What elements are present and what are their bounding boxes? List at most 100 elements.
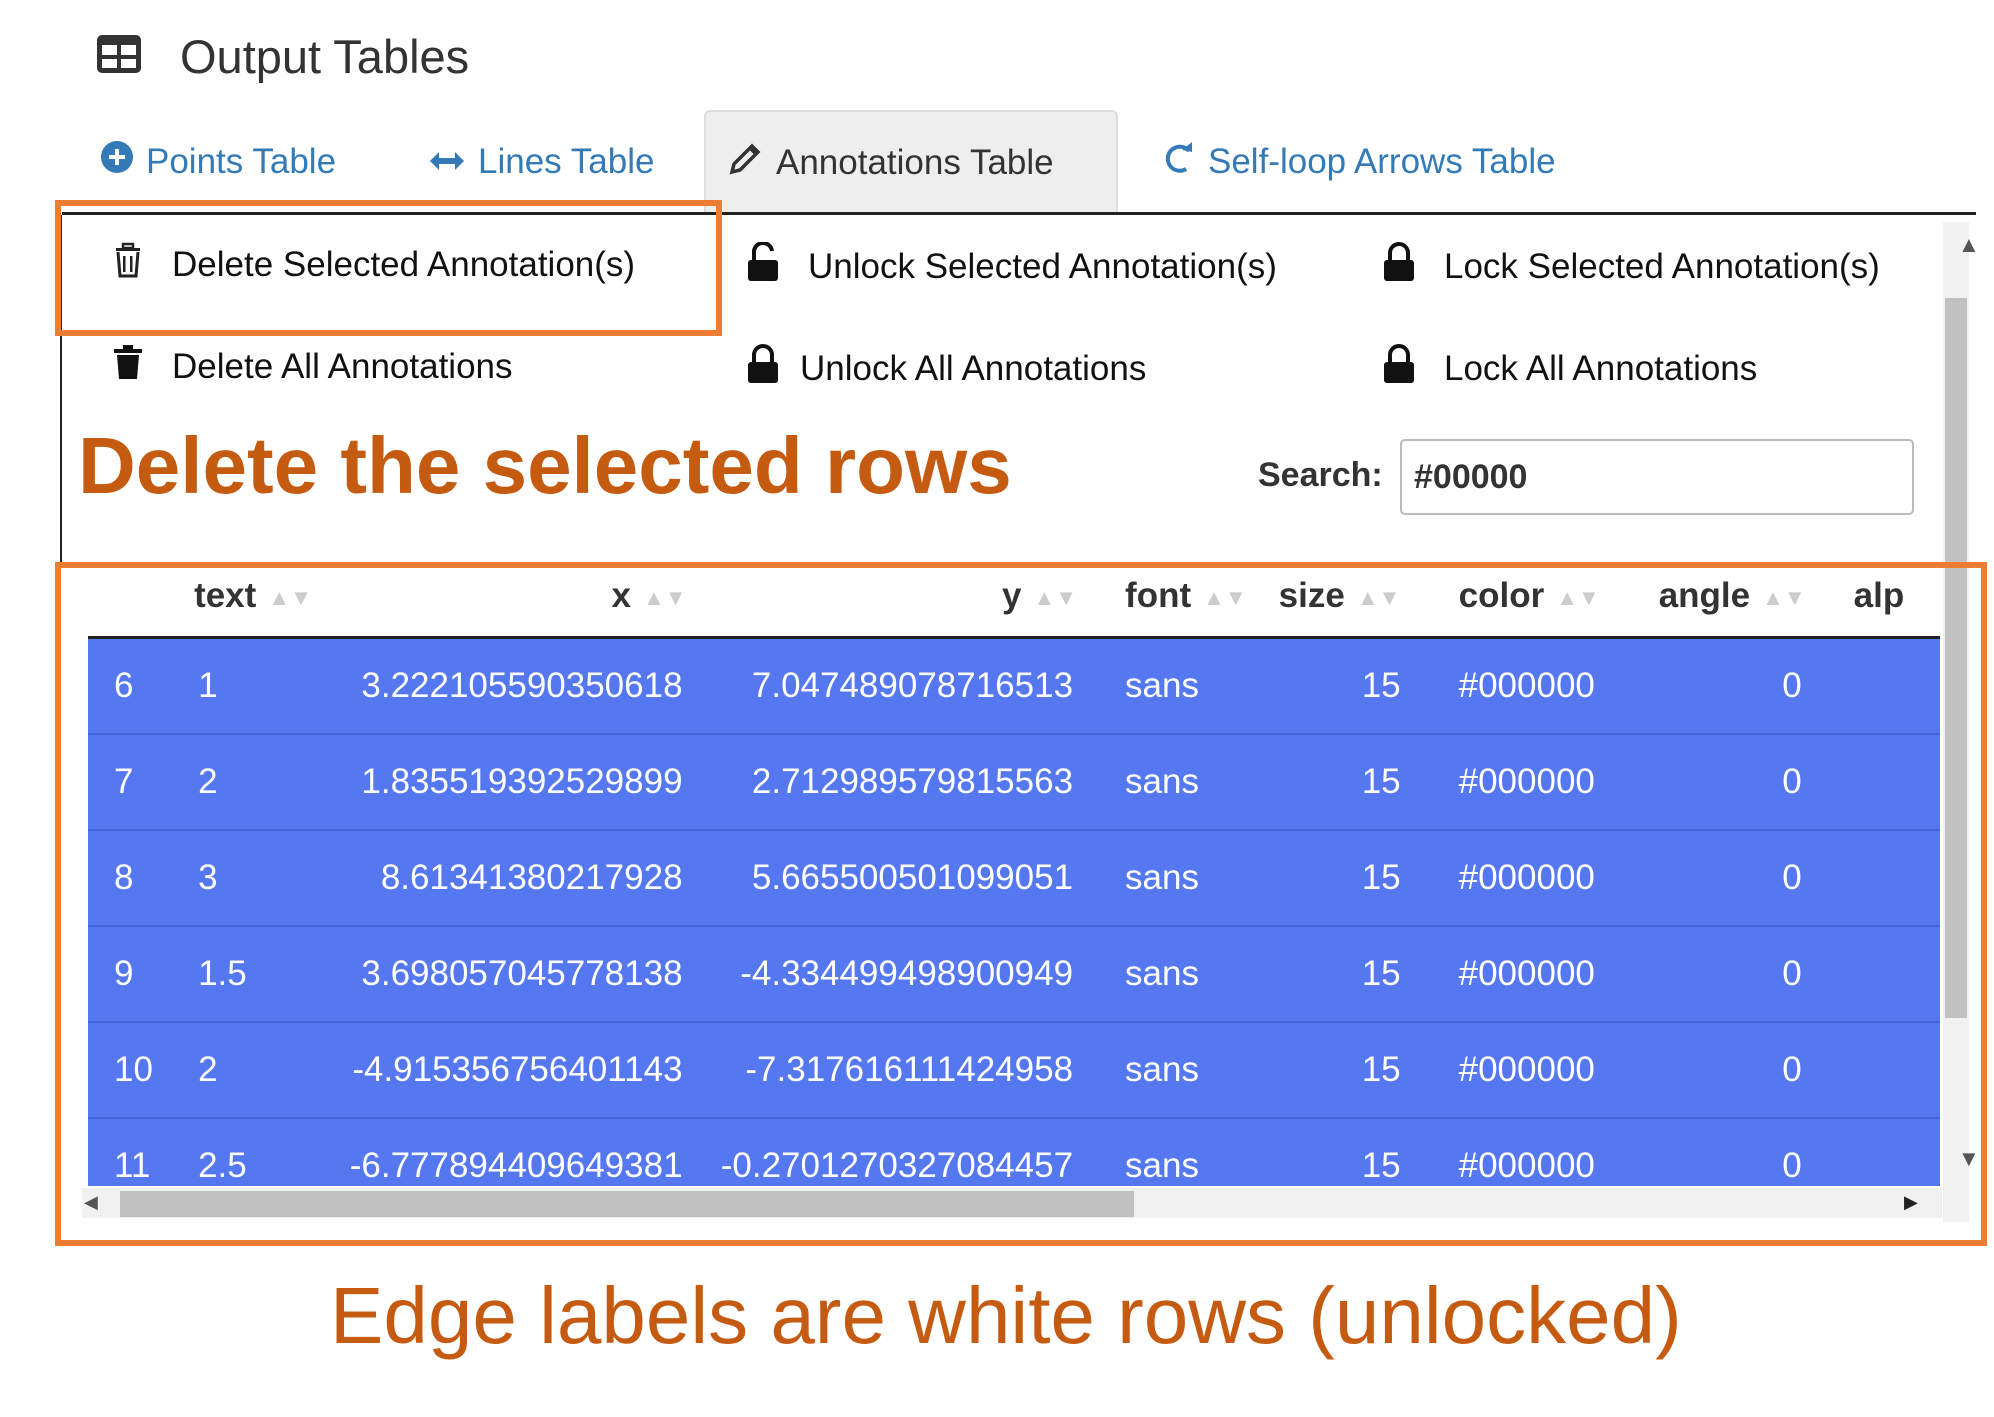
cell-alp <box>1813 637 1940 735</box>
cell-color: #000000 <box>1412 637 1632 735</box>
cell-angle: 0 <box>1631 830 1814 927</box>
table-row[interactable]: 7 2 1.835519392529899 2.712989579815563 sans… <box>88 734 1940 831</box>
horizontal-scrollbar-thumb[interactable] <box>120 1191 1134 1217</box>
cell-x: 1.835519392529899 <box>335 734 695 831</box>
table-header-row: text ▲▼ x ▲▼ y ▲▼ font ▲▼ size ▲▼ color ▲▼ ang… <box>88 556 1940 639</box>
column-header-label: alp <box>1853 576 1905 615</box>
cell-alp <box>1813 1022 1940 1119</box>
scroll-down-icon[interactable]: ▼ <box>1958 1146 1980 1172</box>
cell-angle: 0 <box>1631 734 1814 831</box>
cell-y: -0.2701270327084457 <box>694 1118 1086 1186</box>
tab-lines-table[interactable]: Lines Table <box>406 110 676 213</box>
column-header-angle[interactable]: angle ▲▼ <box>1631 556 1814 639</box>
column-header-label: color <box>1458 576 1545 615</box>
cell-index: 8 <box>88 830 187 927</box>
cell-alp <box>1813 734 1940 831</box>
cell-font: sans <box>1085 1118 1271 1186</box>
redo-icon <box>1162 139 1196 184</box>
column-header-text[interactable]: text ▲▼ <box>186 556 336 639</box>
cell-x: -4.915356756401143 <box>335 1022 695 1119</box>
column-header-index <box>88 556 187 639</box>
cell-size: 15 <box>1270 637 1413 735</box>
pencil-icon <box>728 140 764 185</box>
cell-x: 3.222105590350618 <box>335 637 695 735</box>
lock-icon <box>746 344 780 393</box>
table-icon <box>96 34 142 79</box>
annotation-caption: Edge labels are white rows (unlocked) <box>330 1271 1682 1360</box>
cell-font: sans <box>1085 830 1271 927</box>
button-label: Lock All Annotations <box>1444 348 1758 388</box>
table-row[interactable]: 10 2 -4.915356756401143 -7.317616111424958 s… <box>88 1022 1940 1119</box>
page-title: Output Tables <box>180 29 470 83</box>
cell-color: #000000 <box>1412 1118 1632 1186</box>
column-header-size[interactable]: size ▲▼ <box>1270 556 1413 639</box>
column-header-label: angle <box>1658 576 1751 615</box>
cell-index: 10 <box>88 1022 187 1119</box>
column-header-label: x <box>611 576 631 615</box>
tab-label: Annotations Table <box>776 142 1054 182</box>
cell-font: sans <box>1085 734 1271 831</box>
sort-icon: ▲▼ <box>1356 584 1401 610</box>
column-header-label: text <box>194 576 257 615</box>
cell-size: 15 <box>1270 1022 1413 1119</box>
cell-text: 2.5 <box>186 1118 336 1186</box>
lock-icon <box>1382 344 1416 393</box>
sort-icon: ▲▼ <box>1762 584 1806 610</box>
tab-points-table[interactable]: Points Table <box>78 110 358 213</box>
tab-label: Lines Table <box>478 141 655 181</box>
column-header-font[interactable]: font ▲▼ <box>1085 556 1271 639</box>
cell-size: 15 <box>1270 830 1413 927</box>
column-header-y[interactable]: y ▲▼ <box>694 556 1086 639</box>
column-header-color[interactable]: color ▲▼ <box>1412 556 1632 639</box>
unlock-selected-annotations-button[interactable]: Unlock Selected Annotation(s) <box>746 241 1277 291</box>
cell-text: 1.5 <box>186 926 336 1023</box>
scroll-left-icon[interactable]: ◀ <box>84 1192 98 1213</box>
column-header-x[interactable]: x ▲▼ <box>335 556 695 639</box>
cell-index: 7 <box>88 734 187 831</box>
button-label: Lock Selected Annotation(s) <box>1444 246 1880 286</box>
table-row[interactable]: 6 1 3.222105590350618 7.047489078716513 sans… <box>88 637 1940 735</box>
cell-font: sans <box>1085 637 1271 735</box>
trash-outline-icon <box>112 242 144 287</box>
output-tables-header: Output Tables <box>96 26 469 86</box>
tab-annotations-table[interactable]: Annotations Table <box>704 110 1118 213</box>
cell-color: #000000 <box>1412 1022 1632 1119</box>
tab-self-loop-arrows-table[interactable]: Self-loop Arrows Table <box>1140 110 1578 213</box>
vertical-scrollbar-thumb[interactable] <box>1945 298 1967 1018</box>
cell-color: #000000 <box>1412 830 1632 927</box>
cell-y: -7.317616111424958 <box>694 1022 1086 1119</box>
cell-y: 7.047489078716513 <box>694 637 1086 735</box>
cell-font: sans <box>1085 926 1271 1023</box>
table-row[interactable]: 8 3 8.61341380217928 5.665500501099051 sans 1… <box>88 830 1940 927</box>
search-label: Search: <box>1258 456 1383 494</box>
lock-selected-annotations-button[interactable]: Lock Selected Annotation(s) <box>1382 242 1880 291</box>
annotation-title: Delete the selected rows <box>78 421 1012 510</box>
delete-all-annotations-button[interactable]: Delete All Annotations <box>112 344 513 389</box>
cell-size: 15 <box>1270 734 1413 831</box>
cell-index: 6 <box>88 637 187 735</box>
cell-alp <box>1813 830 1940 927</box>
column-header-label: font <box>1125 576 1192 615</box>
cell-text: 3 <box>186 830 336 927</box>
cell-index: 11 <box>88 1118 187 1186</box>
table-row[interactable]: 9 1.5 3.698057045778138 -4.334499498900949 s… <box>88 926 1940 1023</box>
cell-size: 15 <box>1270 1118 1413 1186</box>
sort-icon: ▲▼ <box>1033 584 1078 610</box>
arrows-horizontal-icon <box>428 142 466 182</box>
panel-border <box>60 215 62 565</box>
search-input[interactable] <box>1400 439 1914 515</box>
scroll-up-icon[interactable]: ▲ <box>1958 232 1980 258</box>
column-header-alp[interactable]: alp <box>1813 556 1940 639</box>
sort-icon: ▲▼ <box>1556 584 1600 610</box>
scroll-right-icon[interactable]: ▶ <box>1904 1192 1918 1213</box>
cell-text: 1 <box>186 637 336 735</box>
delete-selected-annotations-button[interactable]: Delete Selected Annotation(s) <box>112 242 635 287</box>
table-row[interactable]: 11 2.5 -6.777894409649381 -0.27012703270844… <box>88 1118 1940 1186</box>
column-header-label: y <box>1002 576 1022 615</box>
trash-icon <box>112 344 144 389</box>
lock-icon <box>1382 242 1416 291</box>
unlock-all-annotations-button[interactable]: Unlock All Annotations <box>746 344 1146 393</box>
cell-y: 2.712989579815563 <box>694 734 1086 831</box>
lock-all-annotations-button[interactable]: Lock All Annotations <box>1382 344 1757 393</box>
tab-bar: Points Table Lines Table Annotations Tab… <box>62 110 1976 213</box>
